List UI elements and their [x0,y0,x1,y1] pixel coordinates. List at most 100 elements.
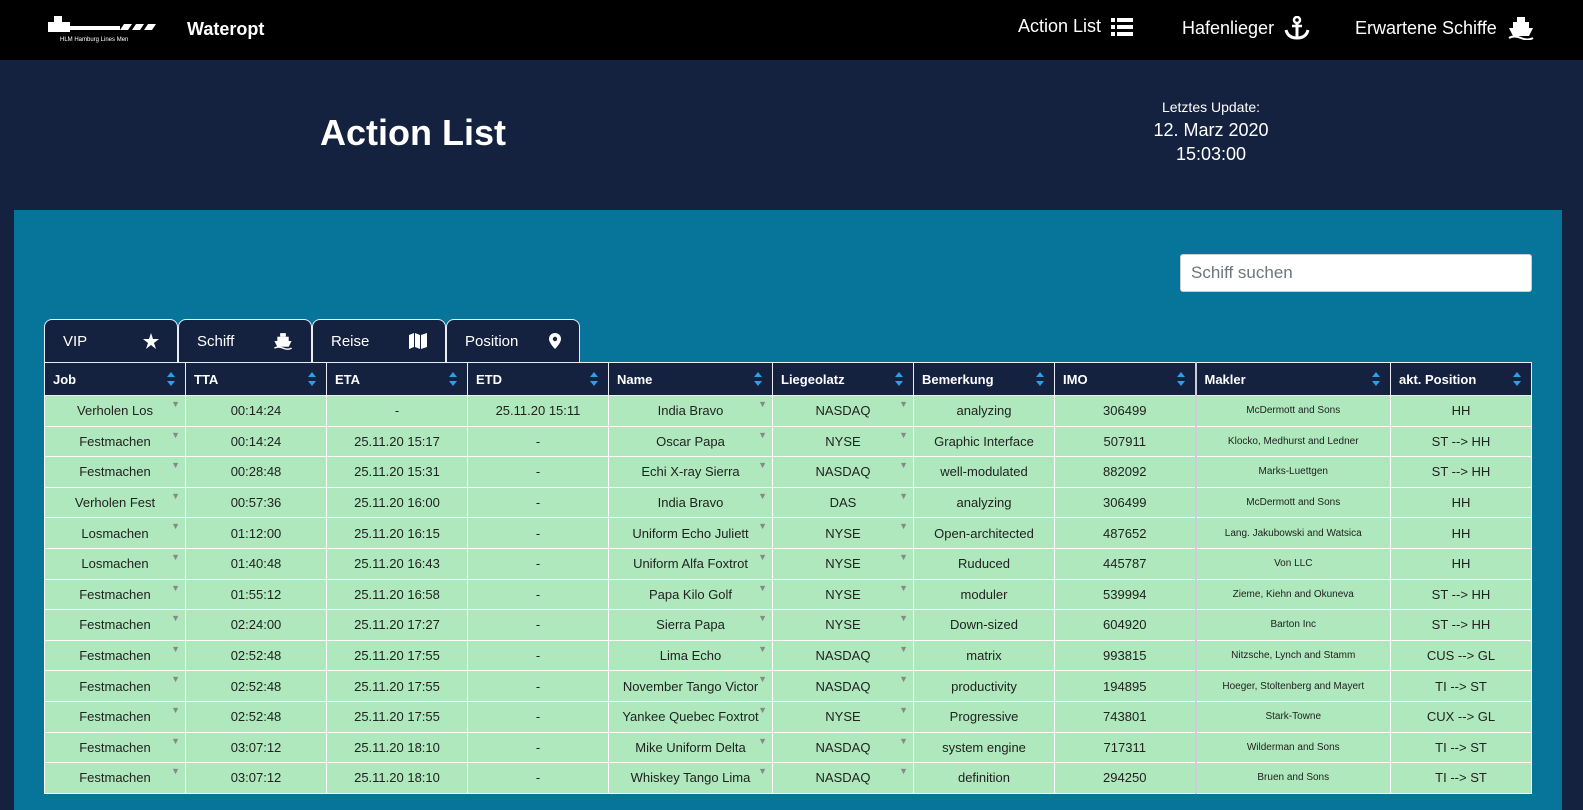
filter-icon[interactable]: ▼ [758,674,767,684]
sort-icon[interactable] [1036,372,1044,386]
table-cell: 294250 [1054,762,1196,794]
table-cell: Von LLC [1194,547,1391,580]
filter-icon[interactable]: ▼ [171,705,180,715]
filter-icon[interactable]: ▼ [899,583,908,593]
nav-erwartene-schiffe[interactable]: Erwartene Schiffe [1355,16,1535,40]
sort-icon[interactable] [754,372,762,386]
filter-icon[interactable]: ▼ [899,460,908,470]
cell-value: ST --> HH [1431,464,1491,480]
table-row[interactable]: Festmachen ▼ 02:52:48 25.11.20 17:55 - Novemb… [44,670,1532,702]
nav-action-list[interactable]: Action List [1018,16,1134,37]
column-header[interactable]: ETA [326,362,468,396]
filter-icon[interactable]: ▼ [899,644,908,654]
filter-icon[interactable]: ▼ [758,552,767,562]
cell-value: 25.11.20 15:17 [354,433,440,449]
filter-icon[interactable]: ▼ [171,399,180,409]
table-row[interactable]: Losmachen ▼ 01:40:48 25.11.20 16:43 - Uniform… [44,547,1532,580]
column-header-label: TTA [194,371,219,387]
column-header[interactable]: Makler [1194,362,1391,396]
table-row[interactable]: Festmachen ▼ 00:14:24 25.11.20 15:17 - Oscar … [44,425,1532,458]
table-cell: Open-architected [913,517,1055,549]
sort-icon[interactable] [895,372,903,386]
filter-icon[interactable]: ▼ [171,644,180,654]
sort-icon[interactable] [1513,372,1521,386]
cell-value: - [535,464,541,480]
ship-search-input[interactable] [1180,254,1532,292]
column-header[interactable]: Job [44,362,186,396]
filter-icon[interactable]: ▼ [899,552,908,562]
table-cell: - [467,517,609,549]
filter-icon[interactable]: ▼ [171,736,180,746]
filter-icon[interactable]: ▼ [758,521,767,531]
tab-schiff[interactable]: Schiff [178,319,312,362]
filter-icon[interactable]: ▼ [899,613,908,623]
filter-icon[interactable]: ▼ [899,399,908,409]
filter-icon[interactable]: ▼ [899,674,908,684]
cell-value: Papa Kilo Golf [648,586,733,602]
tab-position[interactable]: Position [446,319,580,362]
table-row[interactable]: Festmachen ▼ 01:55:12 25.11.20 16:58 - Papa K… [44,578,1532,611]
table-cell: Mike Uniform Delta ▼ [608,731,773,764]
column-header[interactable]: Bemerkung [913,362,1055,396]
column-header[interactable]: Liegeolatz [772,362,914,396]
filter-icon[interactable]: ▼ [171,552,180,562]
nav-hafenlieger[interactable]: Hafenlieger [1182,16,1310,40]
table-cell: 00:14:24 [185,425,327,458]
column-header[interactable]: ETD [467,362,609,396]
filter-icon[interactable]: ▼ [171,613,180,623]
filter-icon[interactable]: ▼ [758,491,767,501]
company-logo[interactable]: HLM Hamburg Lines Men [44,10,164,46]
filter-icon[interactable]: ▼ [758,613,767,623]
cell-value: India Bravo [657,495,724,511]
filter-icon[interactable]: ▼ [758,430,767,440]
table-row[interactable]: Festmachen ▼ 02:24:00 25.11.20 17:27 - Sierra… [44,609,1532,641]
column-header[interactable]: TTA [185,362,327,396]
filter-icon[interactable]: ▼ [899,430,908,440]
table-row[interactable]: Festmachen ▼ 03:07:12 25.11.20 18:10 - Whiske… [44,762,1532,794]
table-cell: Marks-Luettgen [1194,456,1391,488]
table-row[interactable]: Festmachen ▼ 03:07:12 25.11.20 18:10 - Mike U… [44,731,1532,764]
brand-name[interactable]: Wateropt [187,19,264,40]
table-row[interactable]: Festmachen ▼ 00:28:48 25.11.20 15:31 - Echi X… [44,456,1532,488]
filter-icon[interactable]: ▼ [171,583,180,593]
filter-icon[interactable]: ▼ [171,430,180,440]
table-row[interactable]: Festmachen ▼ 02:52:48 25.11.20 17:55 - Yankee… [44,700,1532,733]
table-cell: moduler [913,578,1055,611]
table-row[interactable]: Losmachen ▼ 01:12:00 25.11.20 16:15 - Uniform… [44,517,1532,549]
filter-icon[interactable]: ▼ [171,521,180,531]
filter-icon[interactable]: ▼ [899,766,908,776]
filter-icon[interactable]: ▼ [899,736,908,746]
filter-icon[interactable]: ▼ [171,491,180,501]
sort-icon[interactable] [590,372,598,386]
tab-vip[interactable]: VIP [44,319,178,362]
filter-icon[interactable]: ▼ [758,644,767,654]
cell-value: 25.11.20 16:00 [354,495,440,511]
filter-icon[interactable]: ▼ [899,491,908,501]
filter-icon[interactable]: ▼ [758,583,767,593]
filter-icon[interactable]: ▼ [758,736,767,746]
tab-reise[interactable]: Reise [312,319,446,362]
filter-icon[interactable]: ▼ [758,766,767,776]
column-header[interactable]: Name [608,362,773,396]
sort-icon[interactable] [1176,372,1185,386]
column-header[interactable]: akt. Position [1390,362,1532,396]
table-row[interactable]: Festmachen ▼ 02:52:48 25.11.20 17:55 - Lima E… [44,639,1532,672]
cell-value: 25.11.20 16:43 [354,556,440,572]
sort-icon[interactable] [167,372,175,386]
filter-icon[interactable]: ▼ [171,460,180,470]
table-row[interactable]: Verholen Los ▼ 00:14:24 - 25.11.20 15:11 Indi… [44,395,1532,427]
column-header[interactable]: IMO [1054,362,1196,396]
filter-icon[interactable]: ▼ [758,705,767,715]
filter-icon[interactable]: ▼ [171,766,180,776]
filter-icon[interactable]: ▼ [899,705,908,715]
sort-icon[interactable] [308,372,316,386]
filter-icon[interactable]: ▼ [758,399,767,409]
filter-icon[interactable]: ▼ [171,674,180,684]
sort-icon[interactable] [449,372,457,386]
sort-icon[interactable] [1372,372,1380,386]
cell-value: Lima Echo [659,648,722,664]
table-row[interactable]: Verholen Fest ▼ 00:57:36 25.11.20 16:00 - Ind… [44,486,1532,519]
filter-icon[interactable]: ▼ [899,521,908,531]
filter-icon[interactable]: ▼ [758,460,767,470]
table-cell: 00:57:36 [185,486,327,519]
